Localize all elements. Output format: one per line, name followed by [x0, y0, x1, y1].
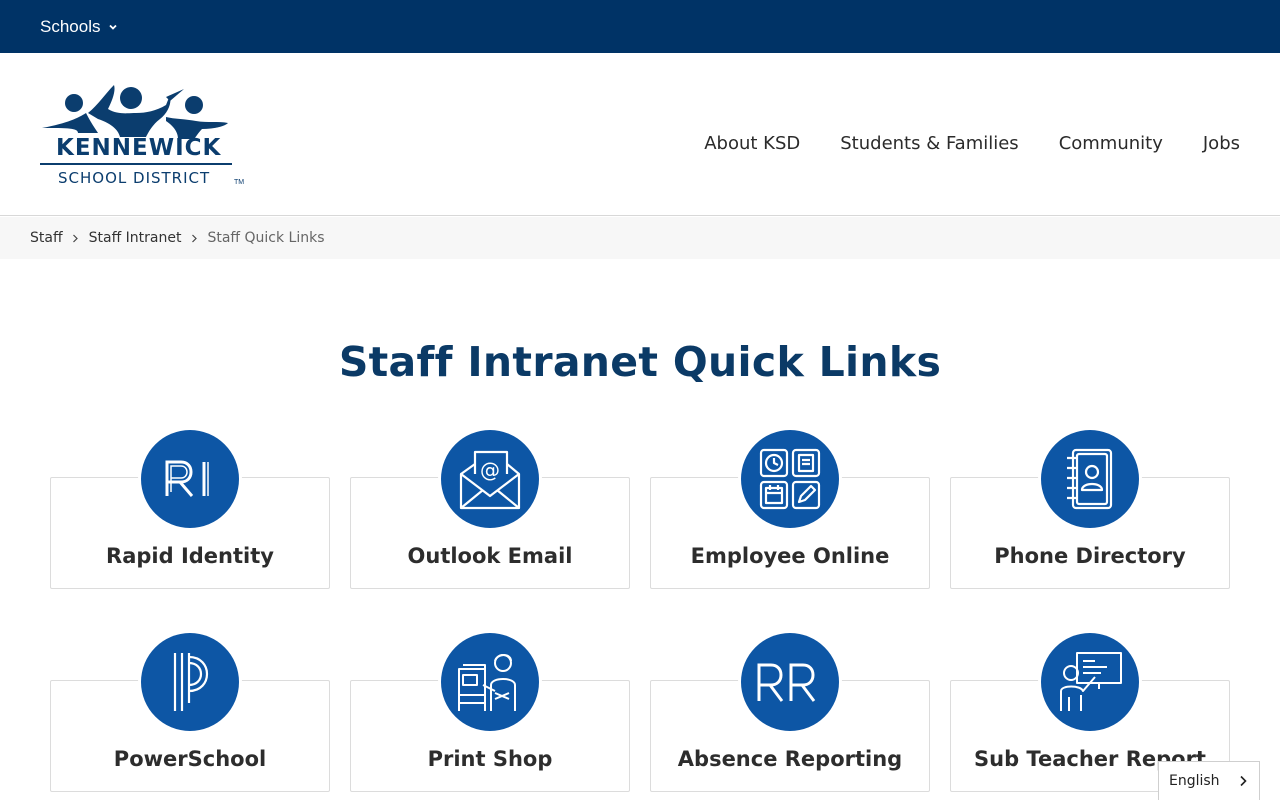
- nav-item-jobs[interactable]: Jobs: [1203, 133, 1240, 154]
- absence-reporting-glyph: [757, 663, 816, 702]
- teacher-whiteboard-glyph: [1060, 652, 1122, 711]
- rapid-identity-icon[interactable]: [141, 430, 239, 528]
- quick-link-label: Print Shop: [427, 747, 553, 771]
- envelope-glyph: @: [459, 450, 521, 510]
- nav-item-about-ksd[interactable]: About KSD: [704, 133, 800, 154]
- rapid-identity-glyph: [165, 460, 209, 497]
- schools-dropdown-button[interactable]: Schools: [40, 16, 118, 38]
- quick-link-label: PowerSchool: [113, 747, 267, 771]
- breadcrumb: Staff Staff Intranet Staff Quick Links: [0, 217, 1280, 259]
- schools-label: Schools: [40, 17, 101, 36]
- language-selector[interactable]: English: [1158, 761, 1260, 800]
- address-book-glyph: [1067, 448, 1113, 510]
- envelope-icon[interactable]: @: [441, 430, 539, 528]
- print-shop-glyph: [458, 654, 516, 711]
- quick-link-label: Phone Directory: [994, 544, 1186, 568]
- breadcrumb-separator: [181, 234, 207, 243]
- logo-wordmark: KENNEWICK: [56, 135, 222, 161]
- language-selected-label: English: [1169, 773, 1220, 789]
- top-utility-bar: Schools: [0, 0, 1280, 53]
- page-title: Staff Intranet Quick Links: [338, 338, 942, 386]
- app-grid-glyph: [759, 448, 821, 510]
- svg-text:@: @: [480, 458, 500, 482]
- absence-reporting-icon[interactable]: [741, 633, 839, 731]
- quick-link-label: Outlook Email: [407, 544, 573, 568]
- breadcrumb-item-staff-intranet[interactable]: Staff Intranet: [89, 230, 182, 246]
- main-navigation: About KSD Students & Families Community …: [704, 133, 1240, 154]
- nav-item-students-families[interactable]: Students & Families: [840, 133, 1018, 154]
- chevron-right-icon: [192, 234, 197, 242]
- chevron-right-icon: [1240, 775, 1247, 787]
- quick-link-label: Absence Reporting: [677, 747, 903, 771]
- trademark-mark: TM: [234, 179, 245, 186]
- address-book-icon[interactable]: [1041, 430, 1139, 528]
- app-grid-icon[interactable]: [741, 430, 839, 528]
- logo-divider: [40, 163, 232, 165]
- chevron-right-icon: [73, 234, 78, 242]
- district-logo[interactable]: KENNEWICK SCHOOL DISTRICT TM: [38, 83, 248, 191]
- people-figures-icon: [42, 85, 228, 139]
- teacher-whiteboard-icon[interactable]: [1041, 633, 1139, 731]
- site-header: KENNEWICK SCHOOL DISTRICT TM About KSD S…: [0, 53, 1280, 216]
- logo-subtitle: SCHOOL DISTRICT: [58, 169, 211, 187]
- breadcrumb-separator: [63, 234, 89, 243]
- powerschool-icon[interactable]: [141, 633, 239, 731]
- quick-link-label: Employee Online: [690, 544, 890, 568]
- breadcrumb-item-staff[interactable]: Staff: [30, 230, 63, 246]
- print-shop-icon[interactable]: [441, 633, 539, 731]
- quick-link-label: Rapid Identity: [106, 544, 274, 568]
- chevron-down-icon: [109, 24, 118, 30]
- nav-item-community[interactable]: Community: [1059, 133, 1163, 154]
- powerschool-glyph: [173, 653, 209, 711]
- breadcrumb-current: Staff Quick Links: [207, 230, 325, 246]
